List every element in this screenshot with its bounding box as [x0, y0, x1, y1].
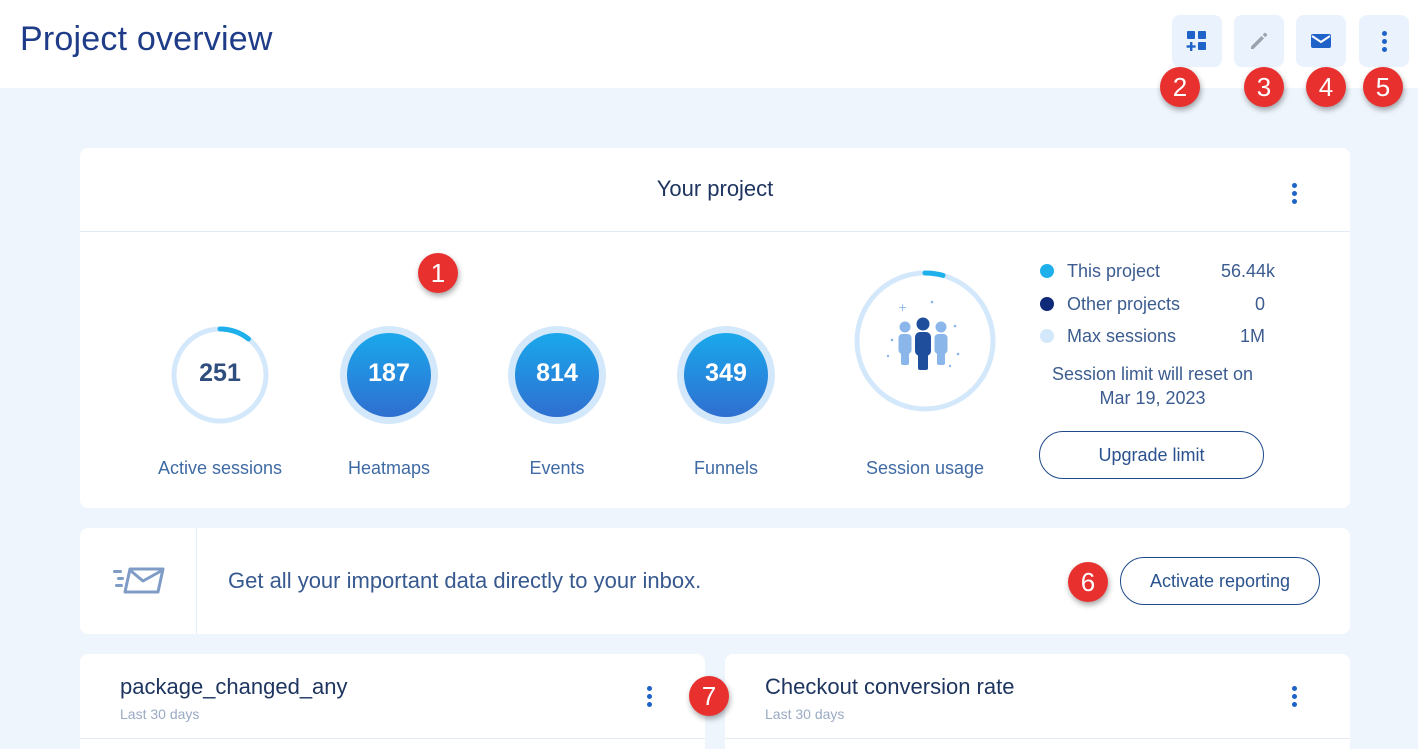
- widget-divider: [80, 738, 705, 739]
- session-reset-note: Session limit will reset on Mar 19, 2023: [1051, 364, 1254, 408]
- legend-dot-this-project: [1040, 264, 1054, 278]
- session-usage-ring: +: [854, 270, 996, 412]
- stat-events[interactable]: 814 Events: [507, 325, 607, 478]
- funnels-value: 349: [705, 359, 747, 387]
- widget-card-checkout-conversion: Checkout conversion rate Last 30 days: [725, 654, 1350, 749]
- reporting-card: Get all your important data directly to …: [80, 528, 1350, 634]
- legend-dot-other-projects: [1040, 297, 1054, 311]
- active-sessions-value: 251: [199, 359, 241, 387]
- stat-active-sessions[interactable]: 251 Active sessions: [158, 325, 282, 478]
- active-sessions-label: Active sessions: [157, 458, 283, 478]
- reporting-message: Get all your important data directly to …: [228, 568, 702, 593]
- marker-7: 7: [689, 676, 729, 716]
- more-options-button[interactable]: [1359, 15, 1409, 67]
- kebab-icon: [1372, 27, 1396, 55]
- events-value: 814: [536, 359, 578, 387]
- page-title: Project overview: [20, 20, 273, 58]
- top-bar: Project overview: [0, 0, 1418, 88]
- session-usage-label: Session usage: [865, 458, 985, 478]
- widget-title: Checkout conversion rate: [765, 674, 1015, 699]
- activate-reporting-button[interactable]: Activate reporting: [1120, 557, 1320, 605]
- marker-4: 4: [1306, 67, 1346, 107]
- svg-text:+: +: [898, 301, 907, 314]
- reporting-divider: [196, 528, 197, 634]
- pencil-icon: [1251, 32, 1268, 49]
- heatmaps-label: Heatmaps: [347, 458, 431, 478]
- marker-1: 1: [418, 253, 458, 293]
- legend-label-this-project: This project: [1067, 260, 1161, 281]
- events-label: Events: [529, 458, 585, 478]
- widget-card-package-changed: package_changed_any Last 30 days: [80, 654, 705, 749]
- project-card-header: Your project: [80, 148, 1350, 232]
- project-card-menu-button[interactable]: [1282, 179, 1306, 207]
- widget-title: package_changed_any: [120, 674, 348, 699]
- widget-menu-button[interactable]: [637, 682, 661, 710]
- marker-6: 6: [1068, 562, 1108, 602]
- upgrade-limit-button[interactable]: Upgrade limit: [1039, 431, 1264, 479]
- email-button[interactable]: [1296, 15, 1346, 67]
- legend-max-sessions: Max sessions 1M: [1040, 325, 1265, 347]
- legend-label-max-sessions: Max sessions: [1067, 325, 1177, 346]
- stat-heatmaps[interactable]: 187 Heatmaps: [339, 325, 439, 478]
- legend-dot-max-sessions: [1040, 329, 1054, 343]
- stat-funnels[interactable]: 349 Funnels: [676, 325, 776, 478]
- marker-5: 5: [1363, 67, 1403, 107]
- legend-value-this-project: 56.44k: [1220, 260, 1275, 281]
- project-card: Your project 251 Active sessions 187 Hea…: [80, 148, 1350, 508]
- envelope-icon: [1311, 34, 1331, 48]
- widget-subtitle: Last 30 days: [120, 706, 200, 722]
- legend-value-other-projects: 0: [1254, 293, 1265, 314]
- add-widget-button[interactable]: [1172, 15, 1222, 67]
- legend-this-project: This project 56.44k: [1040, 260, 1275, 282]
- team-icon: +: [886, 300, 960, 370]
- widget-subtitle: Last 30 days: [765, 706, 845, 722]
- funnels-label: Funnels: [693, 458, 759, 478]
- widget-divider: [725, 738, 1350, 739]
- heatmaps-value: 187: [368, 359, 410, 387]
- legend-other-projects: Other projects 0: [1040, 293, 1265, 315]
- marker-2: 2: [1160, 67, 1200, 107]
- widget-menu-button[interactable]: [1282, 682, 1306, 710]
- email-report-icon: [113, 567, 165, 594]
- legend-label-other-projects: Other projects: [1067, 293, 1181, 314]
- dashboard-add-icon: [1186, 31, 1206, 51]
- marker-3: 3: [1244, 67, 1284, 107]
- stat-session-usage: + Session usage: [854, 270, 996, 478]
- project-card-title: Your project: [656, 176, 774, 201]
- edit-button[interactable]: [1234, 15, 1284, 67]
- legend-value-max-sessions: 1M: [1239, 325, 1265, 346]
